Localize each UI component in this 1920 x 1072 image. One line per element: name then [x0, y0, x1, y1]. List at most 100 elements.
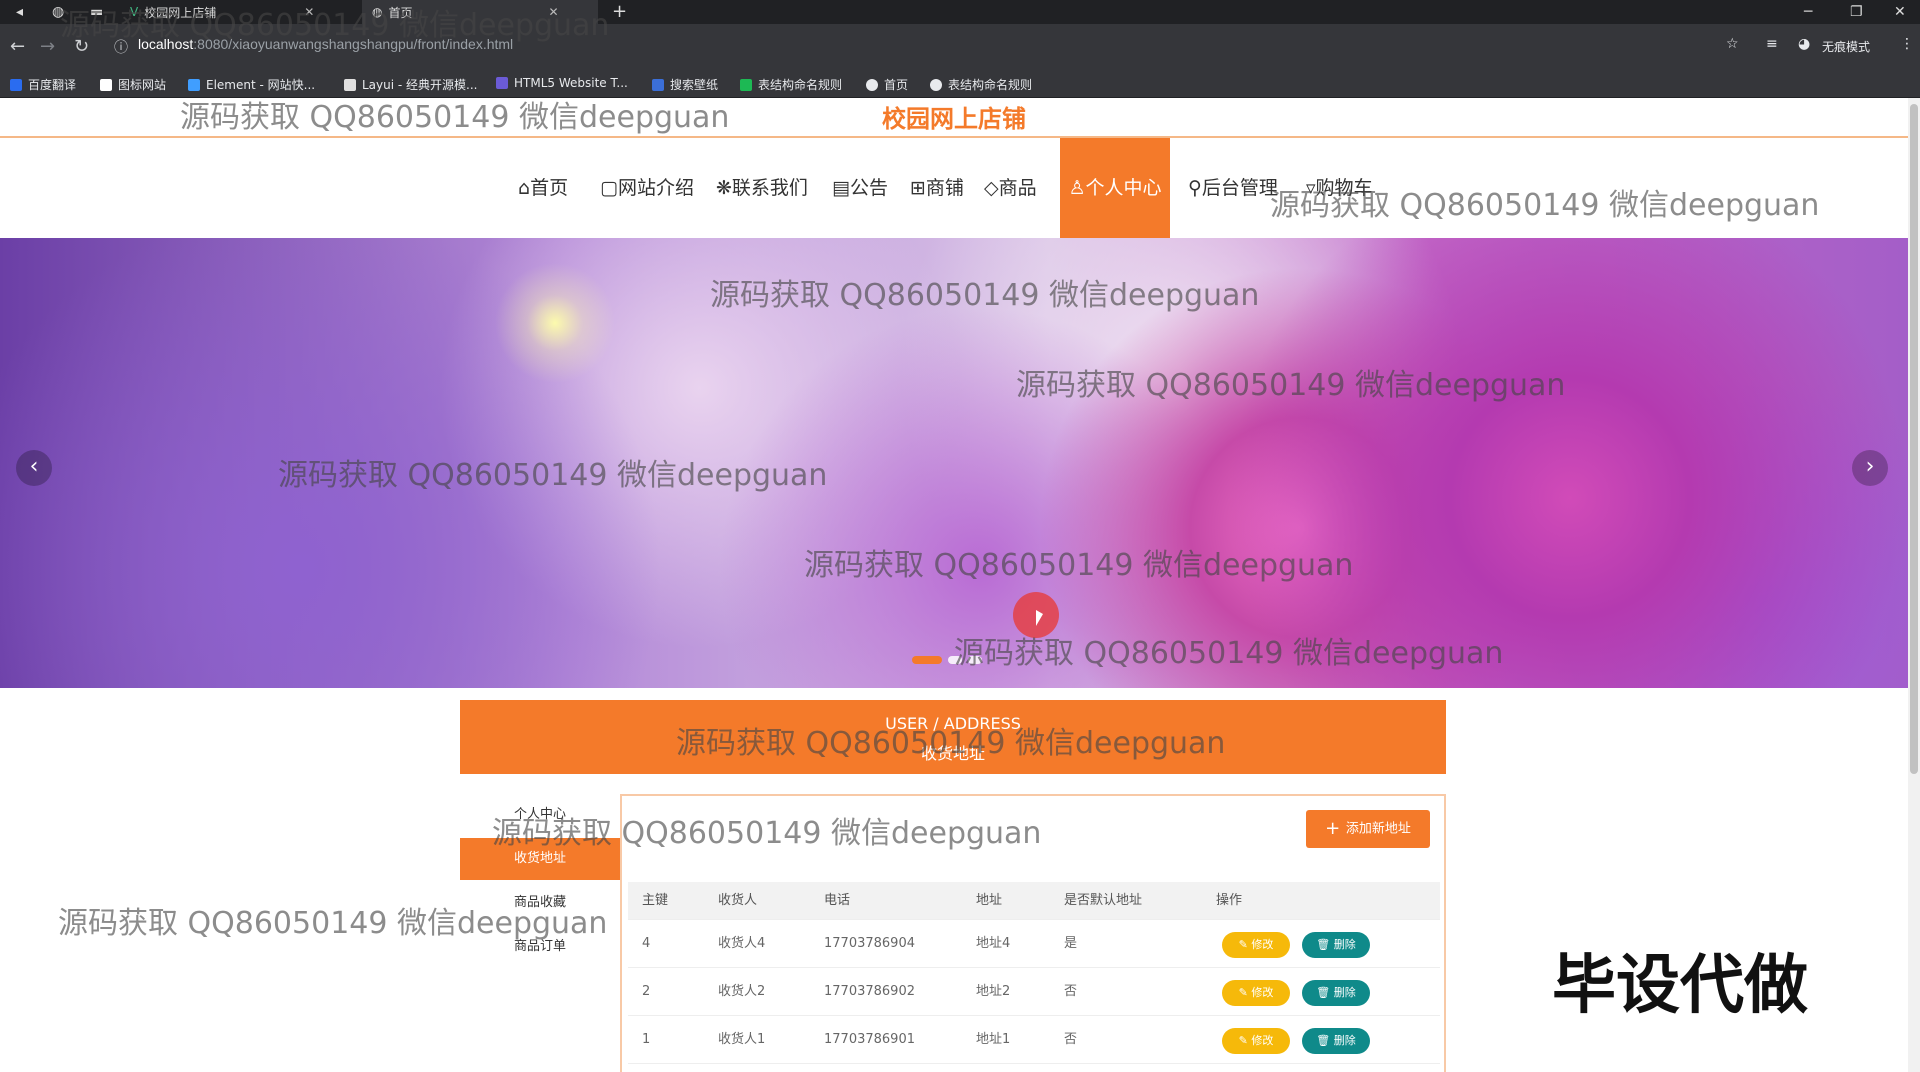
edit-label: 修改: [1251, 986, 1274, 999]
grid-icon: ⊞: [910, 177, 926, 199]
nav-label: 个人中心: [1085, 177, 1162, 199]
minimize-icon[interactable]: ─: [1804, 0, 1812, 24]
url-field[interactable]: localhost:8080/xiaoyuanwangshangshangpu/…: [138, 36, 513, 52]
menu-icon[interactable]: ⋮: [1900, 36, 1914, 52]
bookmark-label: Layui - 经典开源模...: [362, 78, 478, 92]
edit-button[interactable]: ✎ 修改: [1222, 1028, 1290, 1054]
restore-icon[interactable]: ❐: [1850, 0, 1863, 24]
nav-label: 购物车: [1315, 177, 1373, 199]
nav-label: 商品: [998, 177, 1037, 199]
scrollbar-thumb[interactable]: [1910, 104, 1918, 774]
cell-address: 地址1: [976, 1032, 1011, 1047]
carousel-dot-active[interactable]: [912, 656, 942, 664]
sidebar-heading: 个人中心: [513, 807, 566, 822]
bookmark-item[interactable]: HTML5 Website T...: [496, 76, 628, 90]
bookmark-item[interactable]: 首页: [866, 76, 908, 93]
bookmark-label: 搜索壁纸: [670, 78, 719, 92]
carousel-dot[interactable]: [968, 656, 982, 664]
bookmark-icon: [344, 78, 356, 91]
incognito-icon[interactable]: ◕: [1798, 36, 1810, 52]
nav-item-contact[interactable]: ❋联系我们: [716, 138, 808, 238]
page-scrollbar[interactable]: [1908, 98, 1920, 1072]
user-icon: ♙: [1068, 177, 1086, 199]
globe-icon[interactable]: ◍: [52, 0, 64, 24]
close-icon[interactable]: ✕: [304, 5, 314, 19]
star-icon[interactable]: ☆: [1726, 36, 1739, 52]
column-header: 是否默认地址: [1064, 893, 1143, 908]
browser-tab[interactable]: V 校园网上店铺 ✕: [120, 0, 356, 24]
new-tab-button[interactable]: +: [612, 0, 627, 24]
delete-button[interactable]: 🗑 删除: [1302, 980, 1370, 1006]
cell-phone: 17703786904: [824, 936, 915, 951]
delete-button[interactable]: 🗑 删除: [1302, 932, 1370, 958]
section-header: USER / ADDRESS 收货地址: [460, 700, 1446, 774]
nav-label: 商铺: [925, 177, 964, 199]
forward-icon[interactable]: →: [40, 36, 55, 57]
bookmark-label: 表结构命名规则: [948, 78, 1033, 92]
bookmark-item[interactable]: 表结构命名规则: [740, 76, 842, 93]
column-header: 地址: [976, 893, 1003, 908]
delete-button[interactable]: 🗑 删除: [1302, 1028, 1370, 1054]
notice-icon: ▤: [832, 177, 850, 199]
edit-label: 修改: [1251, 1034, 1274, 1047]
nav-item-home[interactable]: ⌂首页: [518, 138, 568, 238]
pencil-icon: ✎: [1238, 1034, 1252, 1047]
close-icon[interactable]: ✕: [548, 5, 558, 19]
browser-tab-active[interactable]: ◍ 首页 ✕: [362, 0, 598, 24]
asterisk-icon: ❋: [716, 177, 732, 199]
bookmark-item[interactable]: Layui - 经典开源模...: [344, 76, 477, 93]
cart-icon: ▿: [1306, 177, 1316, 199]
nav-item-intro[interactable]: ▢网站介绍: [600, 138, 694, 238]
bookmark-item[interactable]: 百度翻译: [10, 76, 76, 93]
edit-button[interactable]: ✎ 修改: [1222, 932, 1290, 958]
nav-item-profile[interactable]: ♙个人中心: [1060, 138, 1170, 238]
site-title: 校园网上店铺: [0, 98, 1908, 138]
bookmark-item[interactable]: 搜索壁纸: [652, 76, 718, 93]
vue-favicon-icon: V: [130, 5, 139, 19]
carousel-next-button[interactable]: ›: [1852, 450, 1888, 486]
bookmark-icon: [652, 78, 664, 91]
sidebar-item-favorites[interactable]: 商品收藏: [460, 882, 620, 924]
nav-item-shops[interactable]: ⊞商铺: [910, 138, 964, 238]
close-window-icon[interactable]: ✕: [1894, 0, 1906, 24]
nav-item-goods[interactable]: ◇商品: [984, 138, 1037, 238]
carousel-indicators: [912, 656, 982, 664]
nav-item-cart[interactable]: ▿购物车: [1306, 138, 1373, 238]
bookmark-item[interactable]: 图标网站: [100, 76, 166, 93]
plus-icon: +: [1325, 818, 1346, 839]
profile-label[interactable]: 无痕模式: [1822, 38, 1870, 55]
delete-label: 删除: [1333, 986, 1356, 999]
table-row: 2 收货人2 17703786902 地址2 否 ✎ 修改 🗑 删除: [628, 968, 1440, 1016]
link-icon: ⚲: [1188, 177, 1202, 199]
bookmark-item[interactable]: 表结构命名规则: [930, 76, 1032, 93]
bookmark-label: Element - 网站快...: [206, 78, 316, 92]
bookmark-icon: [866, 78, 878, 91]
delete-label: 删除: [1333, 938, 1356, 951]
trash-icon: 🗑: [1316, 986, 1334, 999]
bookmark-label: HTML5 Website T...: [514, 76, 628, 90]
globe-icon: ◍: [372, 5, 383, 19]
info-icon[interactable]: ⓘ: [114, 37, 128, 57]
nav-item-admin[interactable]: ⚲后台管理: [1188, 138, 1278, 238]
window-icon[interactable]: ▬: [90, 0, 103, 24]
bookmark-icon: [740, 78, 752, 91]
hero-carousel: ‹ ›: [0, 238, 1908, 688]
nav-item-notice[interactable]: ▤公告: [832, 138, 888, 238]
browser-tabstrip: ◂ ◍ ▬ V 校园网上店铺 ✕ ◍ 首页 ✕ + ─ ❐ ✕: [0, 0, 1920, 24]
sidebar-item-orders[interactable]: 商品订单: [460, 926, 620, 968]
carousel-prev-button[interactable]: ‹: [16, 450, 52, 486]
back-icon[interactable]: ←: [10, 36, 25, 57]
add-address-button[interactable]: + 添加新地址: [1306, 810, 1430, 848]
speaker-icon[interactable]: ◂: [16, 0, 23, 24]
carousel-dot[interactable]: [948, 656, 962, 664]
sidebar-item-address[interactable]: 收货地址: [460, 838, 620, 880]
pencil-icon: ✎: [1238, 938, 1252, 951]
trash-icon: 🗑: [1316, 938, 1334, 951]
reload-icon[interactable]: ↻: [74, 36, 89, 57]
table-row: 1 收货人1 17703786901 地址1 否 ✎ 修改 🗑 删除: [628, 1016, 1440, 1064]
bookmark-item[interactable]: Element - 网站快...: [188, 76, 315, 93]
reading-list-icon[interactable]: ≡: [1766, 36, 1778, 52]
edit-button[interactable]: ✎ 修改: [1222, 980, 1290, 1006]
bookmark-label: 表结构命名规则: [758, 78, 843, 92]
table-header: 主键 收货人 电话 地址 是否默认地址 操作: [628, 882, 1440, 920]
